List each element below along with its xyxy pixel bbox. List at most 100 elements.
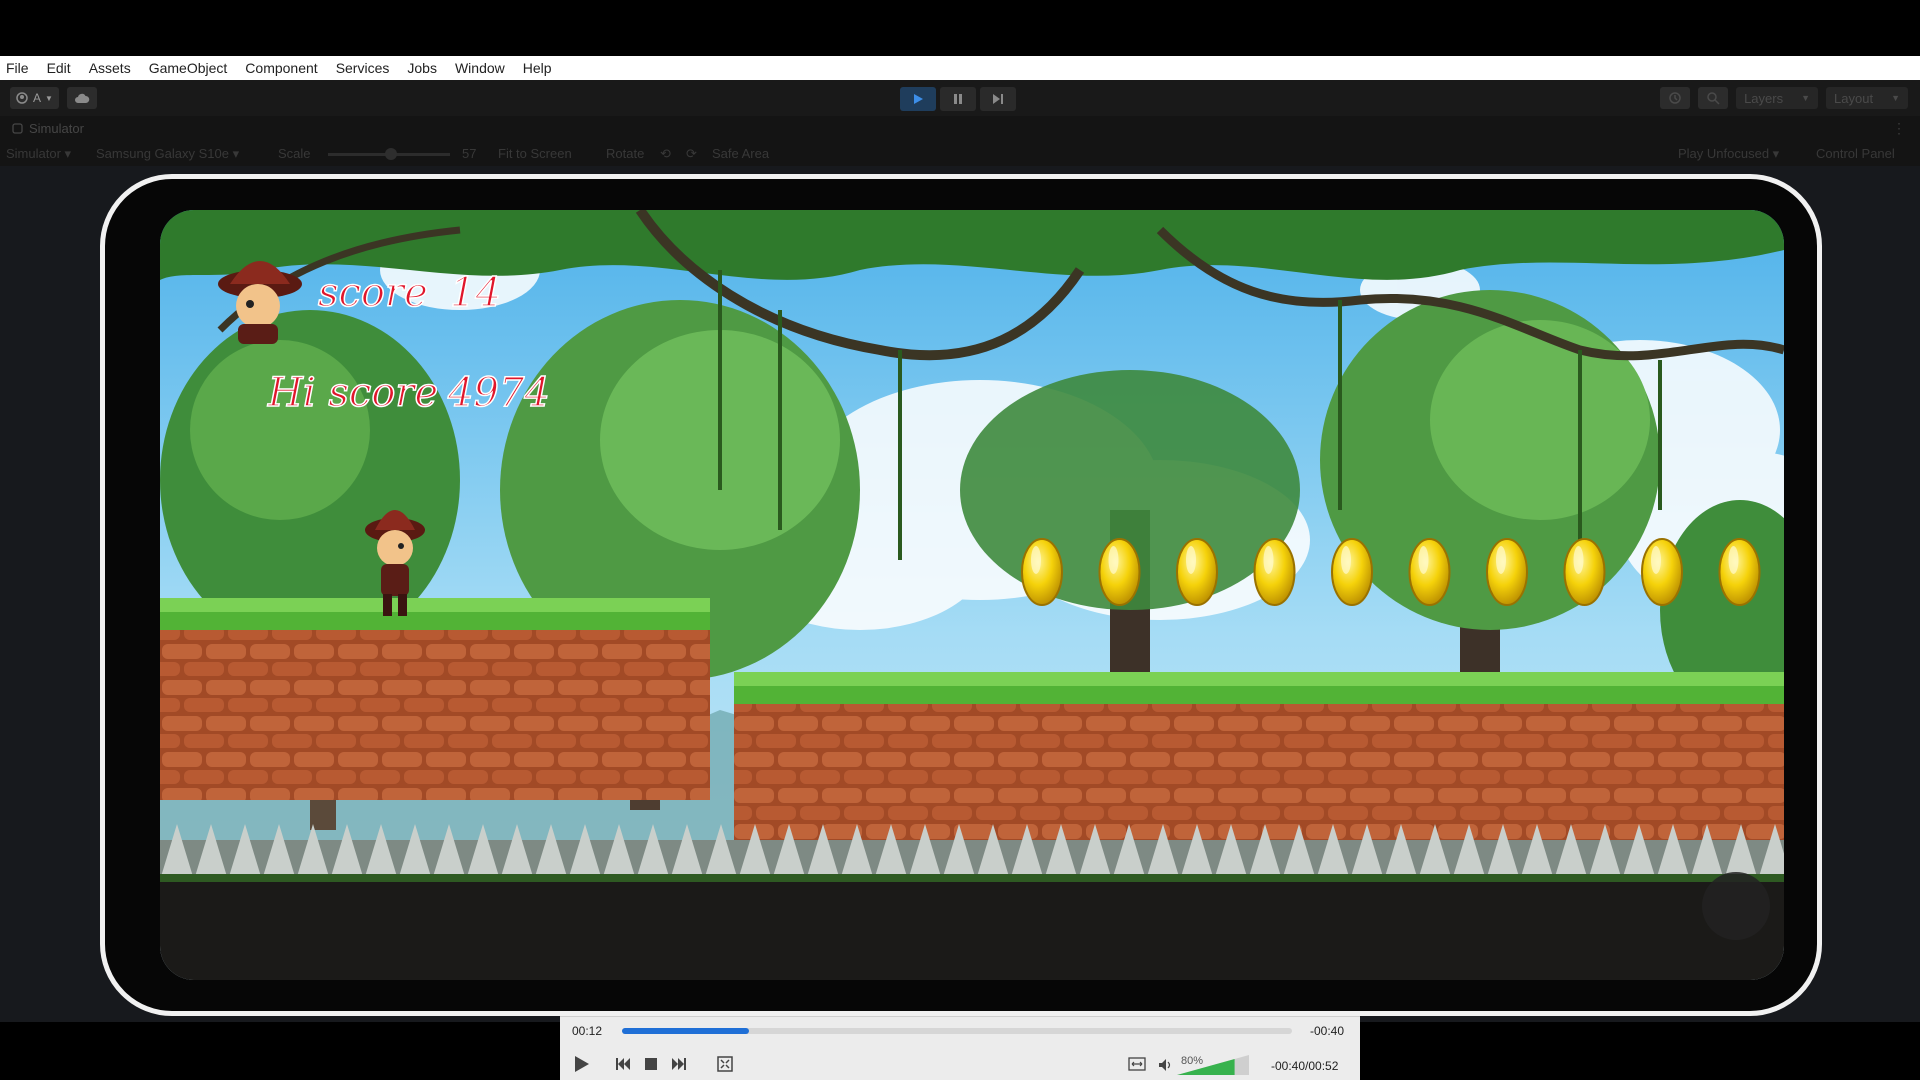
coin-shine [1263,546,1274,574]
previous-button[interactable] [612,1053,634,1075]
more-options-icon[interactable]: ⋮ [1892,120,1906,137]
menu-gameobject[interactable]: GameObject [149,60,228,76]
stop-button[interactable] [640,1053,662,1075]
menu-jobs[interactable]: Jobs [407,60,437,76]
play-focus-label: Play Unfocused [1678,146,1770,161]
rotate-left-icon[interactable]: ⟲ [660,146,671,162]
stop-icon [645,1058,657,1070]
rotate-label: Rotate [606,146,645,161]
hiscore-label: Hi score [267,370,438,416]
account-button[interactable]: A ▼ [10,87,59,109]
volume-button[interactable] [1157,1057,1173,1073]
layout-dropdown[interactable]: Layout ▼ [1826,87,1908,109]
chevron-down-icon: ▼ [45,93,53,103]
simulator-mode-label: Simulator [6,146,61,161]
search-button[interactable] [1698,87,1729,109]
cloud-icon [74,93,90,103]
menu-assets[interactable]: Assets [89,60,131,76]
coin [1331,538,1373,606]
aspect-ratio-icon [1128,1057,1146,1071]
game-scene: score 14 Hi score 4974 [160,210,1784,980]
play-icon [914,94,923,104]
simulator-controls: Simulator ▾ Samsung Galaxy S10e ▾ Scale … [0,142,1920,166]
coin [1021,538,1063,606]
search-icon [1707,92,1720,105]
scale-slider-handle[interactable] [385,148,397,160]
score-label: score [318,270,428,316]
coin-shine [1728,546,1739,574]
hiscore-value: 4974 [447,370,550,416]
rotate-right-icon[interactable]: ⟳ [686,146,697,162]
tab-simulator[interactable]: Simulator [12,121,84,136]
menu-services[interactable]: Services [336,60,390,76]
menu-edit[interactable]: Edit [47,60,71,76]
pause-icon [954,94,962,104]
play-button[interactable] [568,1051,594,1077]
chevron-down-icon: ▼ [1891,93,1900,103]
layers-label: Layers [1744,90,1784,106]
control-panel-button[interactable]: Control Panel [1816,146,1895,161]
history-icon [1669,92,1681,104]
pause-button[interactable] [940,87,976,111]
remaining-time: -00:40 [1310,1024,1345,1038]
letterbox-top [0,0,1920,56]
device-dropdown[interactable]: Samsung Galaxy S10e ▾ [96,146,239,162]
chevron-down-icon: ▼ [1801,93,1811,103]
simulator-tab-label: Simulator [29,121,84,136]
ground-grass [160,874,1784,882]
simulator-mode-dropdown[interactable]: Simulator ▾ [6,146,71,162]
seek-bar[interactable] [622,1028,1292,1034]
menu-window[interactable]: Window [455,60,505,76]
layers-dropdown[interactable]: Layers ▼ [1736,87,1819,109]
volume-level: 80% [1181,1055,1204,1067]
account-label: A [33,91,42,105]
fullscreen-button[interactable] [714,1053,736,1075]
menu-help[interactable]: Help [523,60,552,76]
game-screen[interactable]: score 14 Hi score 4974 [160,210,1784,980]
simulator-tab-bar: Simulator ⋮ [0,116,1920,142]
joystick-button[interactable] [1702,872,1770,940]
coin [1253,538,1296,606]
coin [1563,538,1606,606]
media-player-bar: 00:12 -00:40 80% -00:40/00:52 [560,1016,1360,1080]
main-toolbar: A ▼ Layers ▼ Layout ▼ [0,80,1920,116]
scale-label: Scale [278,146,311,161]
menu-bar: File Edit Assets GameObject Component Se… [0,56,1920,80]
play-focus-dropdown[interactable]: Play Unfocused ▾ [1678,146,1779,162]
coin-shine [1651,546,1661,574]
coin [1408,538,1451,606]
coin-shine [1418,546,1429,574]
next-button[interactable] [668,1053,690,1075]
coin [1176,538,1218,606]
coin [1098,538,1141,606]
speaker-icon [1159,1059,1171,1071]
play-mode-button[interactable] [900,87,936,111]
left-platform [160,598,710,800]
cloud-button[interactable] [66,87,97,109]
coin-shine [1031,546,1041,574]
fit-to-screen-toggle[interactable]: Fit to Screen [498,146,572,161]
history-button[interactable] [1660,87,1691,109]
menu-component[interactable]: Component [245,60,317,76]
layout-label: Layout [1834,90,1874,106]
play-icon [575,1056,589,1072]
scale-value: 57 [462,146,477,161]
step-icon [993,94,1003,104]
coin-shine [1108,546,1119,574]
coin-shine [1341,546,1351,574]
fullscreen-icon [717,1056,733,1072]
seek-progress [622,1028,750,1034]
coin-shine [1573,546,1584,574]
coin-shine [1496,546,1506,574]
safe-area-toggle[interactable]: Safe Area [712,146,769,161]
coin [1641,538,1683,606]
simulator-icon [12,123,23,134]
menu-file[interactable]: File [6,60,29,76]
next-icon [672,1058,686,1070]
coin [1486,538,1528,606]
step-button[interactable] [980,87,1016,111]
elapsed-time: 00:12 [572,1024,603,1038]
score-value: 14 [450,270,501,316]
previous-icon [616,1058,630,1070]
aspect-ratio-button[interactable] [1126,1053,1148,1075]
